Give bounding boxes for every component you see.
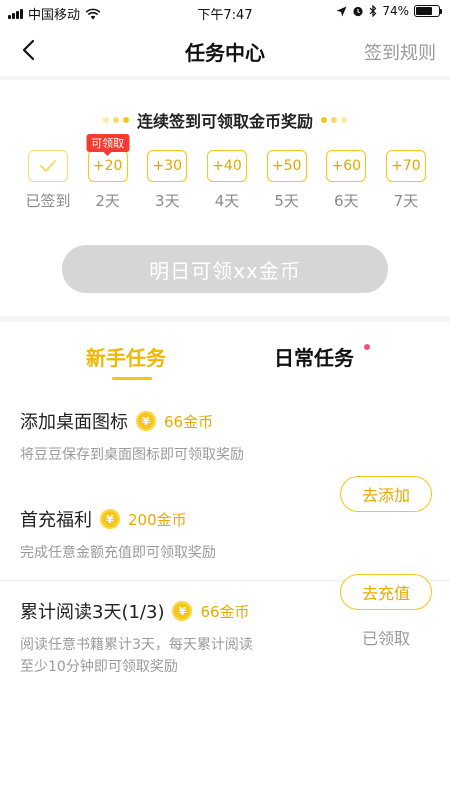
task-description-line: 至少10分钟即可领取奖励 bbox=[20, 659, 178, 675]
task-title-row: 累计阅读3天(1/3) ¥ 66金币 bbox=[20, 598, 430, 624]
day-label: 2天 bbox=[95, 192, 120, 210]
signin-day-3: +30 3天 bbox=[141, 150, 193, 211]
signin-card: 连续签到可领取金币奖励 已签到 可领取 +20 2天 +30 3天 +40 4天 bbox=[0, 80, 450, 316]
signin-day-1: 已签到 bbox=[22, 150, 74, 211]
coin-icon: ¥ bbox=[136, 411, 156, 431]
signed-check-box bbox=[28, 150, 68, 182]
decor-dots-right bbox=[321, 117, 347, 123]
day-label: 6天 bbox=[334, 192, 359, 210]
battery-level bbox=[416, 7, 433, 15]
claimable-tag: 可领取 bbox=[86, 134, 130, 156]
day-reward: +40 bbox=[206, 150, 247, 182]
day-reward: +30 bbox=[147, 150, 188, 182]
day-reward: +70 bbox=[385, 150, 426, 182]
check-icon bbox=[40, 160, 56, 172]
status-bar: 中国移动 下午7:47 74% bbox=[0, 0, 450, 24]
location-arrow-icon bbox=[336, 6, 347, 16]
bluetooth-icon bbox=[369, 5, 377, 17]
day-label: 已签到 bbox=[25, 192, 71, 210]
tomorrow-reward-button[interactable]: 明日可领xx金币 bbox=[62, 245, 388, 293]
task-item-first-recharge: 首充福利 ¥ 200金币 完成任意金额充值即可领取奖励 bbox=[20, 506, 430, 564]
task-reward: 66金币 bbox=[164, 412, 214, 431]
task-title: 添加桌面图标 bbox=[20, 412, 128, 433]
active-tab-indicator bbox=[112, 377, 152, 380]
task-reward: 200金币 bbox=[128, 510, 187, 529]
task-title: 累计阅读3天(1/3) bbox=[20, 602, 165, 623]
day-label: 7天 bbox=[393, 192, 419, 210]
signin-day-7: +70 7天 bbox=[380, 150, 432, 211]
day-label: 5天 bbox=[274, 192, 299, 210]
task-title-row: 首充福利 ¥ 200金币 bbox=[20, 506, 430, 532]
task-reward: 66金币 bbox=[200, 602, 250, 621]
task-section: 新手任务 日常任务 添加桌面图标 ¥ 66金币 将豆豆保存到桌面图标即可领取奖励… bbox=[0, 322, 450, 800]
signin-day-6: +60 6天 bbox=[320, 150, 372, 211]
coin-icon: ¥ bbox=[100, 509, 120, 529]
signin-day-2[interactable]: 可领取 +20 2天 bbox=[82, 134, 134, 211]
claimed-status: 已领取 bbox=[361, 629, 410, 648]
status-right: 74% bbox=[336, 4, 442, 18]
signin-day-4: +40 4天 bbox=[201, 150, 253, 211]
day-reward: +60 bbox=[326, 150, 367, 182]
tab-new-user-tasks[interactable]: 新手任务 bbox=[86, 342, 166, 371]
day-reward: +50 bbox=[266, 150, 307, 182]
task-title: 首充福利 bbox=[20, 510, 92, 531]
task-description: 将豆豆保存到桌面图标即可领取奖励 bbox=[20, 447, 244, 463]
signin-day-row: 已签到 可领取 +20 2天 +30 3天 +40 4天 +50 5天 +60 … bbox=[22, 134, 432, 211]
task-item-add-icon: 添加桌面图标 ¥ 66金币 将豆豆保存到桌面图标即可领取奖励 bbox=[20, 408, 430, 466]
battery-percent: 74% bbox=[382, 4, 409, 18]
signin-heading-row: 连续签到可领取金币奖励 bbox=[0, 108, 450, 132]
task-title-row: 添加桌面图标 ¥ 66金币 bbox=[20, 408, 430, 434]
battery-icon bbox=[414, 5, 442, 17]
signin-rules-link[interactable]: 签到规则 bbox=[364, 39, 436, 65]
signin-day-5: +50 5天 bbox=[261, 150, 313, 211]
task-description: 完成任意金额充值即可领取奖励 bbox=[20, 545, 216, 561]
nav-bar: 任务中心 签到规则 bbox=[0, 24, 450, 76]
day-label: 3天 bbox=[155, 192, 180, 210]
signin-heading: 连续签到可领取金币奖励 bbox=[136, 112, 313, 131]
notification-dot bbox=[364, 344, 370, 350]
tab-daily-tasks[interactable]: 日常任务 bbox=[274, 342, 354, 371]
decor-dots-left bbox=[102, 117, 129, 123]
coin-icon: ¥ bbox=[172, 601, 193, 621]
task-tabs: 新手任务 日常任务 bbox=[0, 322, 450, 384]
day-label: 4天 bbox=[214, 192, 240, 210]
alarm-icon bbox=[353, 6, 363, 17]
